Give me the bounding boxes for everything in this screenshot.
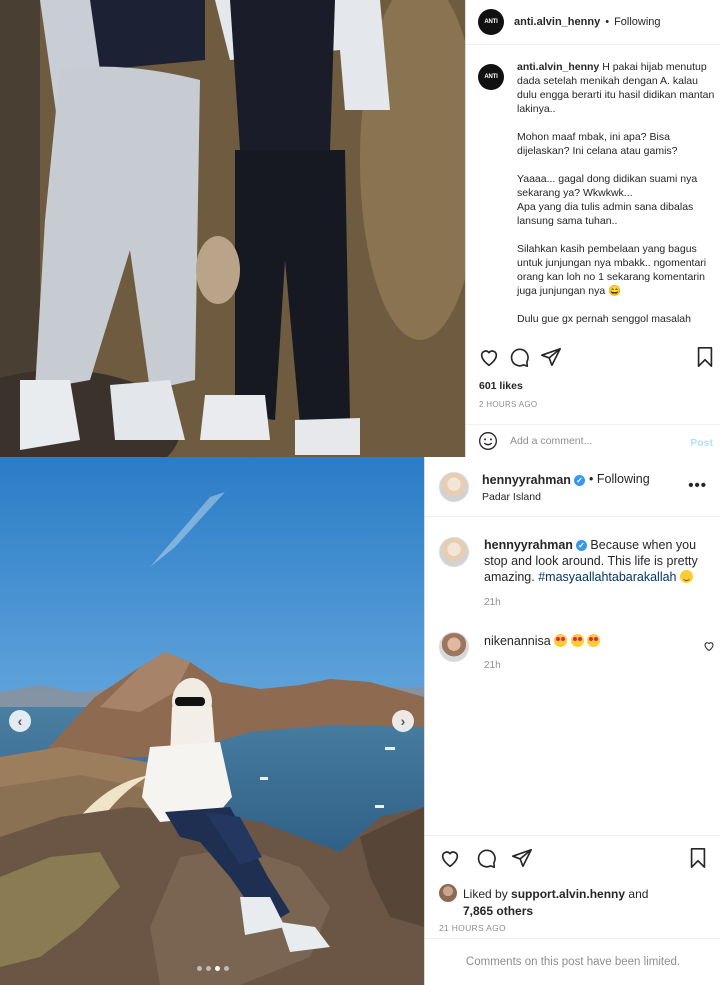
caption-avatar[interactable]: ANTI	[478, 64, 504, 90]
carousel-prev-button[interactable]: ‹	[9, 710, 31, 732]
post-top-header: ANTI anti.alvin_henny • Following	[466, 0, 720, 45]
comment-text: nikenannisa	[484, 632, 709, 648]
separator-dot: •	[589, 472, 594, 486]
comments-limited-notice: Comments on this post have been limited.	[425, 938, 720, 985]
bookmark-icon[interactable]	[687, 847, 709, 869]
carousel-dot	[224, 966, 229, 971]
username-text: hennyyrahman	[484, 538, 573, 552]
hashtag-link[interactable]: #masyaallahtabarakallah	[538, 570, 676, 584]
comment-item: nikenannisa 21h	[439, 632, 714, 671]
following-button[interactable]: • Following	[589, 472, 650, 486]
liker-avatar[interactable]	[439, 884, 457, 902]
post-bottom-header: hennyyrahman ✓ • Following Padar Island •…	[425, 457, 720, 517]
carousel-dot-active	[215, 966, 220, 971]
caption-time[interactable]: 21h	[484, 595, 709, 611]
bookmark-icon[interactable]	[694, 346, 716, 368]
caption-text: hennyyrahman ✓ Because when you stop and …	[484, 537, 709, 585]
comment-icon[interactable]	[475, 847, 497, 869]
share-icon[interactable]	[540, 346, 562, 368]
comment-input[interactable]: Add a comment...	[510, 435, 592, 447]
smiling-face-icon	[679, 570, 693, 583]
caption-username[interactable]: hennyyrahman ✓	[484, 538, 587, 552]
post-bottom-photo: ‹ ›	[0, 457, 424, 985]
post-bottom-panel: hennyyrahman ✓ • Following Padar Island •…	[424, 457, 720, 985]
star-struck-icon	[587, 634, 601, 647]
verified-badge-icon: ✓	[573, 475, 585, 486]
post-bottom-caption: hennyyrahman ✓ Because when you stop and …	[439, 537, 709, 611]
comment-like-heart-icon[interactable]	[703, 640, 715, 652]
liker-username[interactable]: support.alvin.henny	[511, 887, 625, 901]
carousel-next-button[interactable]: ›	[392, 710, 414, 732]
post-top-caption: ANTI anti.alvin_henny H pakai hijab menu…	[478, 60, 716, 332]
avatar-text: ANTI	[484, 19, 498, 25]
carousel-dot	[206, 966, 211, 971]
following-text: Following	[596, 472, 650, 486]
caption-paragraph: Mohon maaf mbak, ini apa? Bisa dijelaska…	[517, 131, 678, 157]
post-top-username[interactable]: anti.alvin_henny	[514, 16, 600, 28]
caption-paragraph: anti.alvin_henny H pakai hijab menutup d…	[517, 60, 716, 116]
caption-paragraph: Dulu gue gx pernah senggol masalah	[517, 313, 691, 325]
comment-time[interactable]: 21h	[484, 660, 709, 671]
post-bottom-avatar[interactable]	[439, 472, 469, 502]
commenter-avatar[interactable]	[439, 632, 469, 662]
liked-by: Liked by support.alvin.henny and 7,865 o…	[439, 884, 709, 920]
more-options-button[interactable]: •••	[688, 477, 707, 494]
separator-dot: •	[605, 16, 610, 28]
heart-icon[interactable]	[478, 346, 500, 368]
caption-paragraph: Yaaaa... gagal dong didikan suami nya se…	[517, 173, 698, 227]
post-top-photo	[0, 0, 465, 457]
caption-avatar[interactable]	[439, 537, 469, 567]
liked-by-prefix: Liked by	[463, 887, 508, 901]
location-link[interactable]: Padar Island	[482, 491, 541, 503]
following-button[interactable]: Following	[614, 16, 660, 28]
others-likes-link[interactable]: 7,865 others	[463, 904, 533, 918]
star-struck-icon	[570, 634, 584, 647]
landscape-image	[0, 457, 424, 985]
post-button[interactable]: Post	[690, 437, 713, 449]
likes-count[interactable]: 601 likes	[479, 380, 523, 392]
share-icon[interactable]	[511, 847, 533, 869]
post-top: ANTI anti.alvin_henny • Following ANTI a…	[0, 0, 720, 457]
post-bottom-actions	[439, 847, 711, 871]
liked-by-and: and	[628, 887, 649, 901]
caption-paragraph: Silahkan kasih pembelaan yang bagus untu…	[517, 243, 707, 297]
screenshot-composite: ANTI anti.alvin_henny • Following ANTI a…	[0, 0, 720, 985]
post-bottom: ‹ › hennyyrahman ✓ • Following Padar Isla…	[0, 457, 720, 985]
commenter-username[interactable]: nikenannisa	[484, 634, 551, 648]
heart-icon[interactable]	[439, 847, 461, 869]
post-top-panel: ANTI anti.alvin_henny • Following ANTI a…	[465, 0, 720, 457]
avatar-text: ANTI	[484, 74, 498, 80]
emoji-icon[interactable]	[478, 431, 498, 451]
verified-badge-icon: ✓	[575, 540, 587, 551]
caption-username[interactable]: anti.alvin_henny	[517, 61, 599, 73]
divider	[425, 835, 720, 836]
post-top-image	[0, 0, 465, 457]
caption-text: anti.alvin_henny H pakai hijab menutup d…	[517, 60, 716, 326]
post-timestamp[interactable]: 21 HOURS AGO	[439, 923, 506, 933]
star-struck-icon	[554, 634, 568, 647]
post-bottom-username[interactable]: hennyyrahman ✓	[482, 473, 585, 487]
post-top-actions	[478, 346, 716, 370]
carousel-indicator	[197, 966, 229, 971]
username-text: hennyyrahman	[482, 473, 571, 487]
comment-bar: Add a comment... Post	[466, 424, 720, 457]
post-top-avatar[interactable]: ANTI	[478, 9, 504, 35]
post-timestamp[interactable]: 2 HOURS AGO	[479, 400, 537, 409]
carousel-dot	[197, 966, 202, 971]
comment-icon[interactable]	[508, 346, 530, 368]
